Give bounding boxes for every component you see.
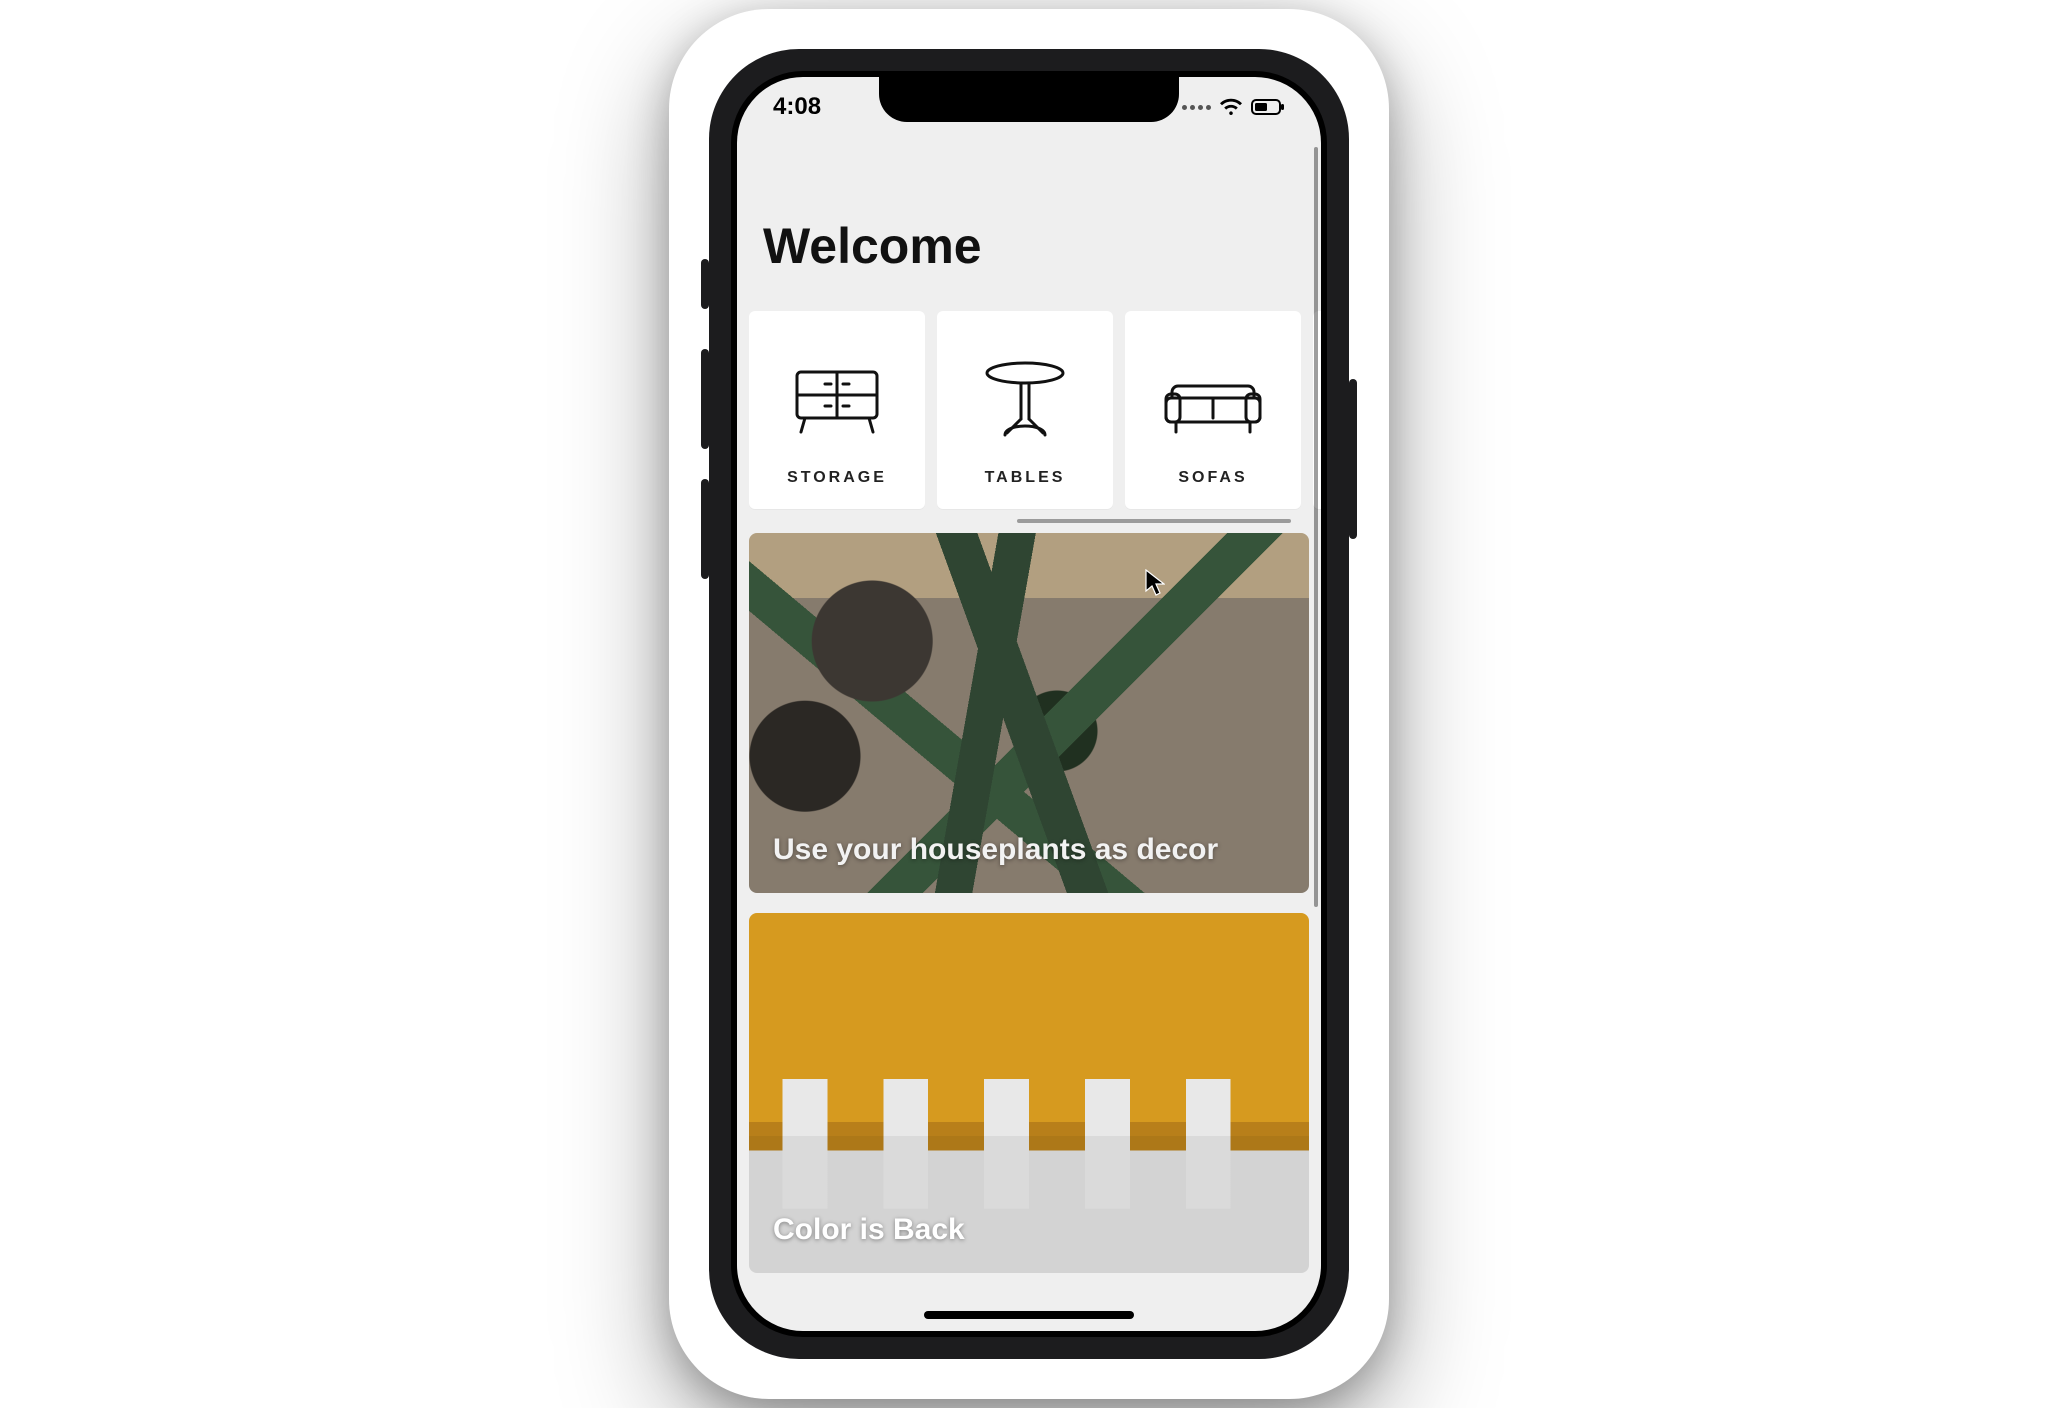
screen[interactable]: 4:08 (737, 77, 1321, 1331)
battery-icon (1251, 98, 1285, 116)
wifi-icon (1219, 98, 1243, 116)
status-time: 4:08 (773, 93, 821, 121)
category-card-storage[interactable]: STORAGE (749, 311, 925, 509)
cellular-icon (1182, 105, 1211, 110)
page-title: Welcome (737, 177, 1321, 311)
article-title: Use your houseplants as decor (773, 833, 1218, 867)
screen-content[interactable]: Welcome (737, 77, 1321, 1331)
sofa-icon (1158, 331, 1268, 469)
home-indicator[interactable] (924, 1311, 1134, 1319)
article-title: Color is Back (773, 1213, 965, 1247)
status-right (1182, 98, 1285, 116)
category-label: SOFAS (1178, 469, 1247, 487)
article-card-color-is-back[interactable]: Color is Back (749, 913, 1309, 1273)
mute-switch[interactable] (701, 259, 709, 309)
table-icon (975, 331, 1075, 469)
category-label: STORAGE (787, 469, 887, 487)
notch (879, 77, 1179, 122)
power-button[interactable] (1349, 379, 1357, 539)
device-frame-shadow: 4:08 (669, 9, 1389, 1399)
category-card-tables[interactable]: TABLES (937, 311, 1113, 509)
article-card-houseplants[interactable]: Use your houseplants as decor (749, 533, 1309, 893)
volume-up-button[interactable] (701, 349, 709, 449)
storage-icon (787, 331, 887, 469)
device-bezel: 4:08 (731, 71, 1327, 1337)
volume-down-button[interactable] (701, 479, 709, 579)
vertical-scrollbar[interactable] (1314, 147, 1318, 907)
category-scroller[interactable]: STORAGE (737, 311, 1321, 519)
category-card-sofas[interactable]: SOFAS (1125, 311, 1301, 509)
article-list[interactable]: Use your houseplants as decor Color is B… (737, 523, 1321, 1273)
device-frame: 4:08 (709, 49, 1349, 1359)
category-label: TABLES (985, 469, 1066, 487)
